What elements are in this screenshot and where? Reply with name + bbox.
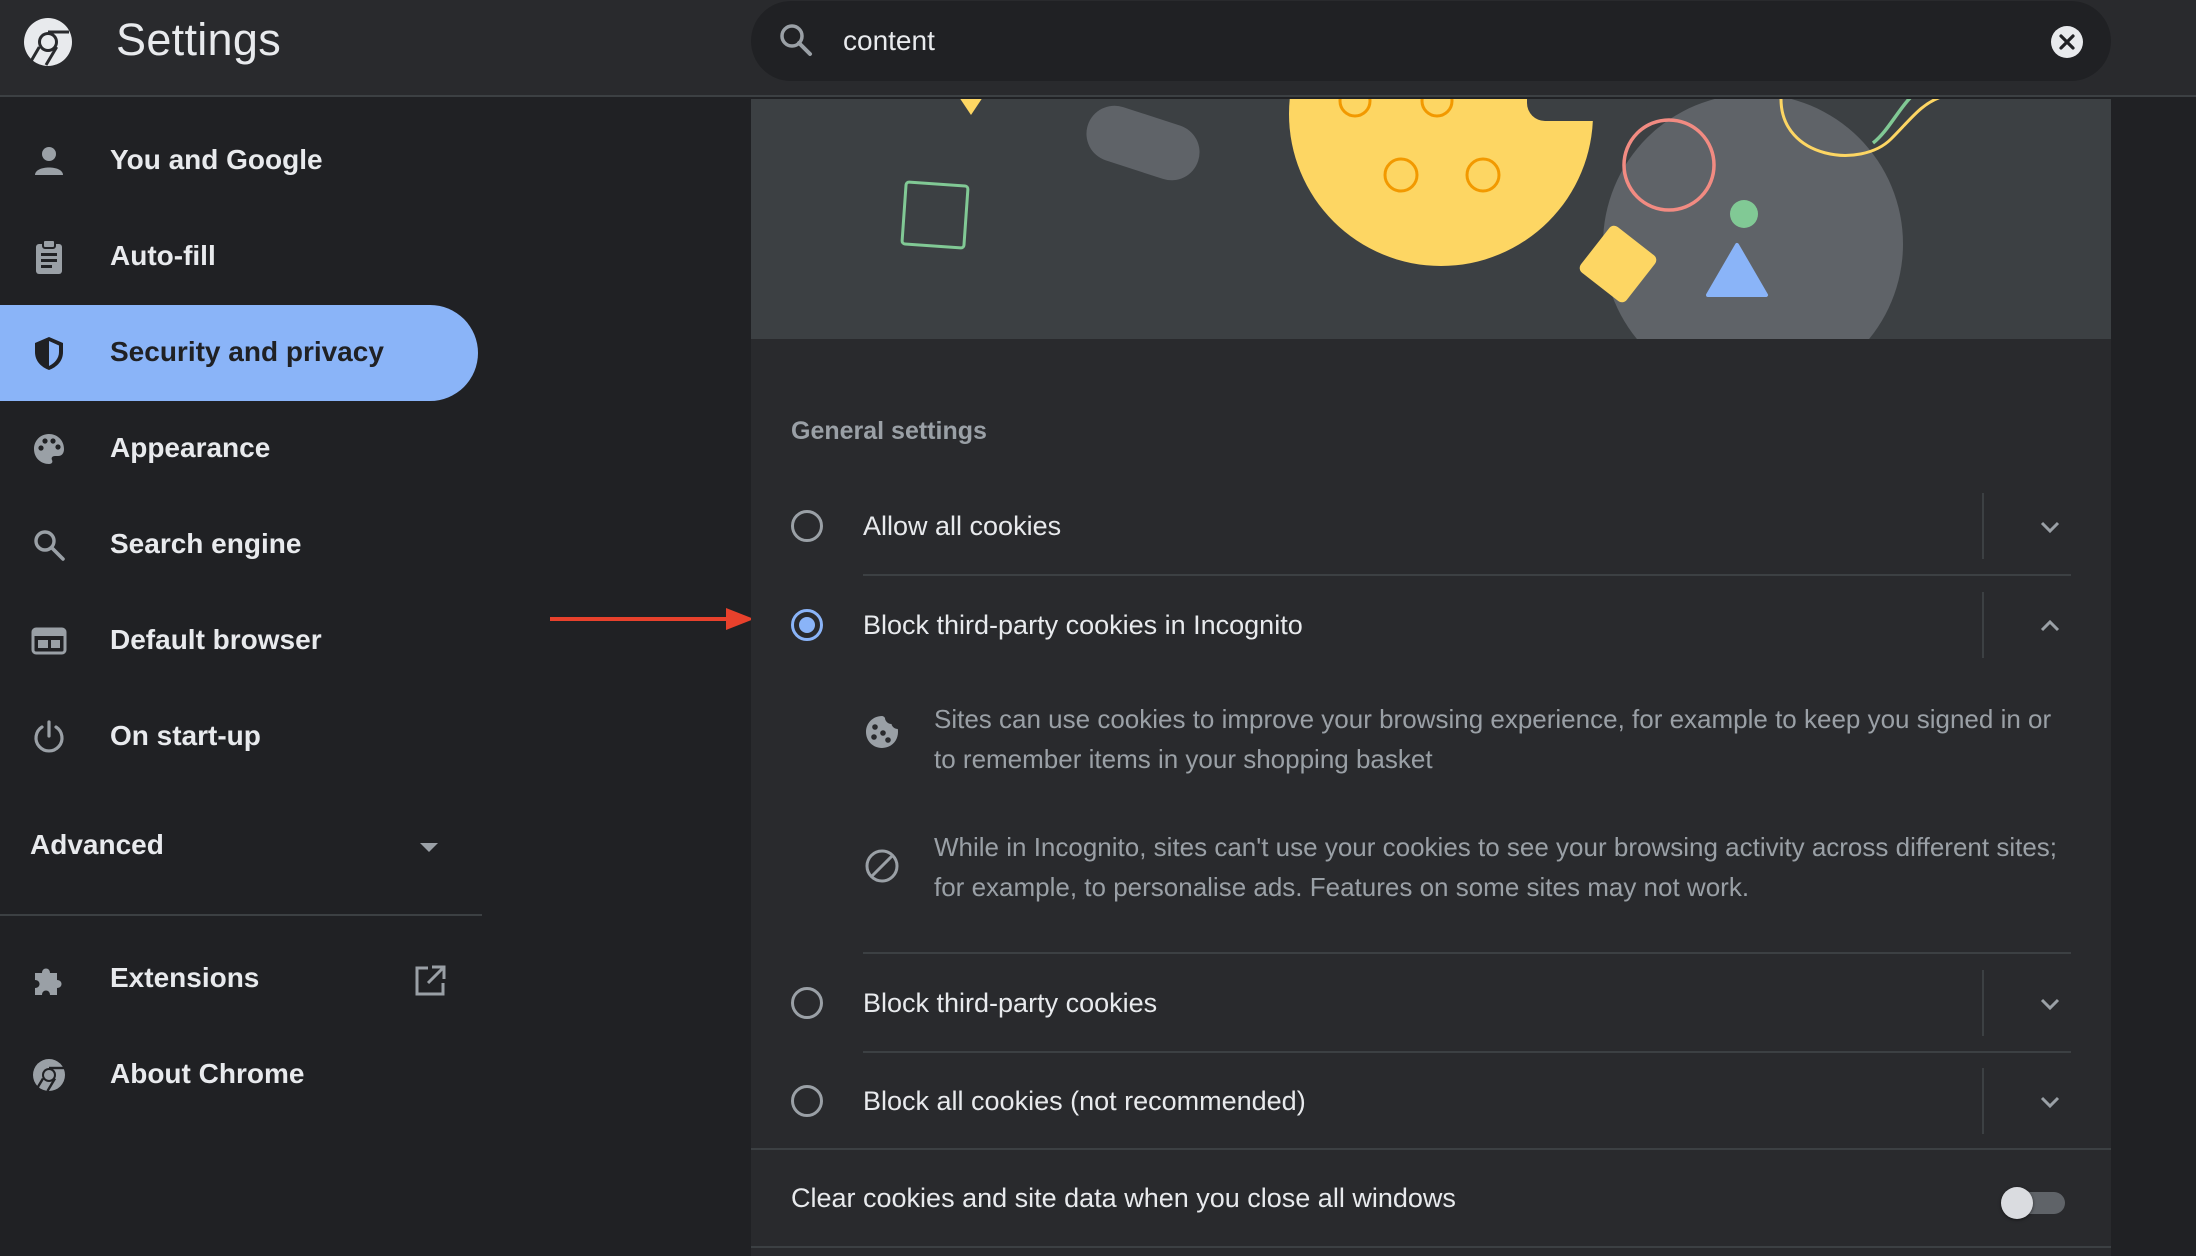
chevron-down-icon[interactable] <box>2036 990 2064 1018</box>
sidebar-item-label: About Chrome <box>110 1058 305 1089</box>
block-icon <box>865 849 899 883</box>
clipboard-icon <box>36 239 62 274</box>
illustration-icon <box>900 99 1941 339</box>
sidebar-item-label: Default browser <box>110 624 322 655</box>
search-icon <box>34 530 65 561</box>
sidebar-divider <box>0 914 482 916</box>
radio-button[interactable] <box>791 510 823 542</box>
sidebar-item-you-and-google[interactable]: You and Google <box>0 113 478 209</box>
option-label: Block all cookies (not recommended) <box>863 1086 1306 1116</box>
sidebar-item-label: You and Google <box>110 144 323 175</box>
power-icon <box>34 720 64 753</box>
option-label: Block third-party cookies <box>863 988 1158 1018</box>
sidebar-item-on-start-up[interactable]: On start-up <box>0 689 478 785</box>
sidebar-item-about-chrome[interactable]: About Chrome <box>0 1027 478 1123</box>
detail-text: Sites can use cookies to improve your br… <box>934 704 2052 774</box>
radio-button[interactable] <box>791 987 823 1019</box>
cookie-option-block-all[interactable]: Block all cookies (not recommended) <box>751 1052 2111 1150</box>
chrome-icon <box>33 1059 65 1092</box>
radio-button[interactable] <box>791 1085 823 1117</box>
vertical-divider <box>1982 592 1984 658</box>
cookie-option-block-third-party[interactable]: Block third-party cookies <box>751 954 2111 1052</box>
cookie-option-block-third-party-incognito[interactable]: Block third-party cookies in Incognito <box>751 576 2111 674</box>
option-label: Allow all cookies <box>863 511 1062 541</box>
advanced-label: Advanced <box>30 829 164 860</box>
sidebar-item-auto-fill[interactable]: Auto-fill <box>0 209 478 305</box>
cookie-option-allow-all[interactable]: Allow all cookies <box>751 477 2111 575</box>
chrome-logo-icon <box>24 18 72 66</box>
section-divider <box>751 1246 2111 1248</box>
sidebar-nav: You and Google Auto-fill Security and pr… <box>0 99 482 1256</box>
chevron-up-icon[interactable] <box>2036 612 2064 640</box>
section-title: General settings <box>791 417 987 445</box>
annotation-arrow-icon <box>550 608 754 630</box>
sidebar-item-label: Security and privacy <box>110 336 384 367</box>
puzzle-icon <box>35 968 62 995</box>
palette-icon <box>34 434 64 464</box>
toggle-knob <box>2001 1187 2033 1219</box>
caret-down-icon <box>420 843 438 852</box>
sidebar-item-label: Extensions <box>110 962 260 993</box>
chevron-down-icon[interactable] <box>2036 513 2064 541</box>
shield-icon <box>35 337 63 370</box>
search-icon <box>780 24 812 56</box>
detail-text: While in Incognito, sites can't use your… <box>934 832 2058 902</box>
sidebar-item-default-browser[interactable]: Default browser <box>0 593 478 689</box>
sidebar-item-label: Appearance <box>110 432 271 463</box>
radio-button-selected[interactable] <box>791 609 823 641</box>
clear-on-exit-row[interactable]: Clear cookies and site data when you clo… <box>751 1149 2111 1247</box>
sidebar-item-label: Auto-fill <box>110 240 216 271</box>
clear-search-icon[interactable] <box>2049 24 2085 60</box>
top-bar: Settings <box>0 0 2196 97</box>
sidebar-item-appearance[interactable]: Appearance <box>0 401 478 497</box>
sidebar-item-security-and-privacy[interactable]: Security and privacy <box>0 305 478 401</box>
vertical-divider <box>1982 970 1984 1036</box>
vertical-divider <box>1982 493 1984 559</box>
app-title: Settings <box>116 14 281 65</box>
option-label: Block third-party cookies in Incognito <box>863 610 1303 640</box>
browser-icon <box>31 627 67 655</box>
clear-on-exit-toggle[interactable] <box>2001 1187 2065 1219</box>
open-in-new-icon[interactable] <box>412 963 448 999</box>
sidebar-item-label: Search engine <box>110 528 302 559</box>
sidebar-item-search-engine[interactable]: Search engine <box>0 497 478 593</box>
sidebar-item-label: On start-up <box>110 720 261 751</box>
clear-on-exit-label: Clear cookies and site data when you clo… <box>791 1183 1456 1213</box>
cookies-illustration <box>751 99 2111 339</box>
chevron-down-icon[interactable] <box>2036 1088 2064 1116</box>
vertical-divider <box>1982 1068 1984 1134</box>
person-icon <box>35 147 63 175</box>
cookies-settings-card: General settings Allow all cookies Block… <box>751 99 2111 1256</box>
settings-search[interactable] <box>751 1 2111 81</box>
search-input[interactable] <box>843 21 1993 61</box>
sidebar-item-extensions[interactable]: Extensions <box>0 931 478 1027</box>
advanced-toggle[interactable]: Advanced <box>30 829 450 869</box>
cookie-icon <box>866 716 898 748</box>
